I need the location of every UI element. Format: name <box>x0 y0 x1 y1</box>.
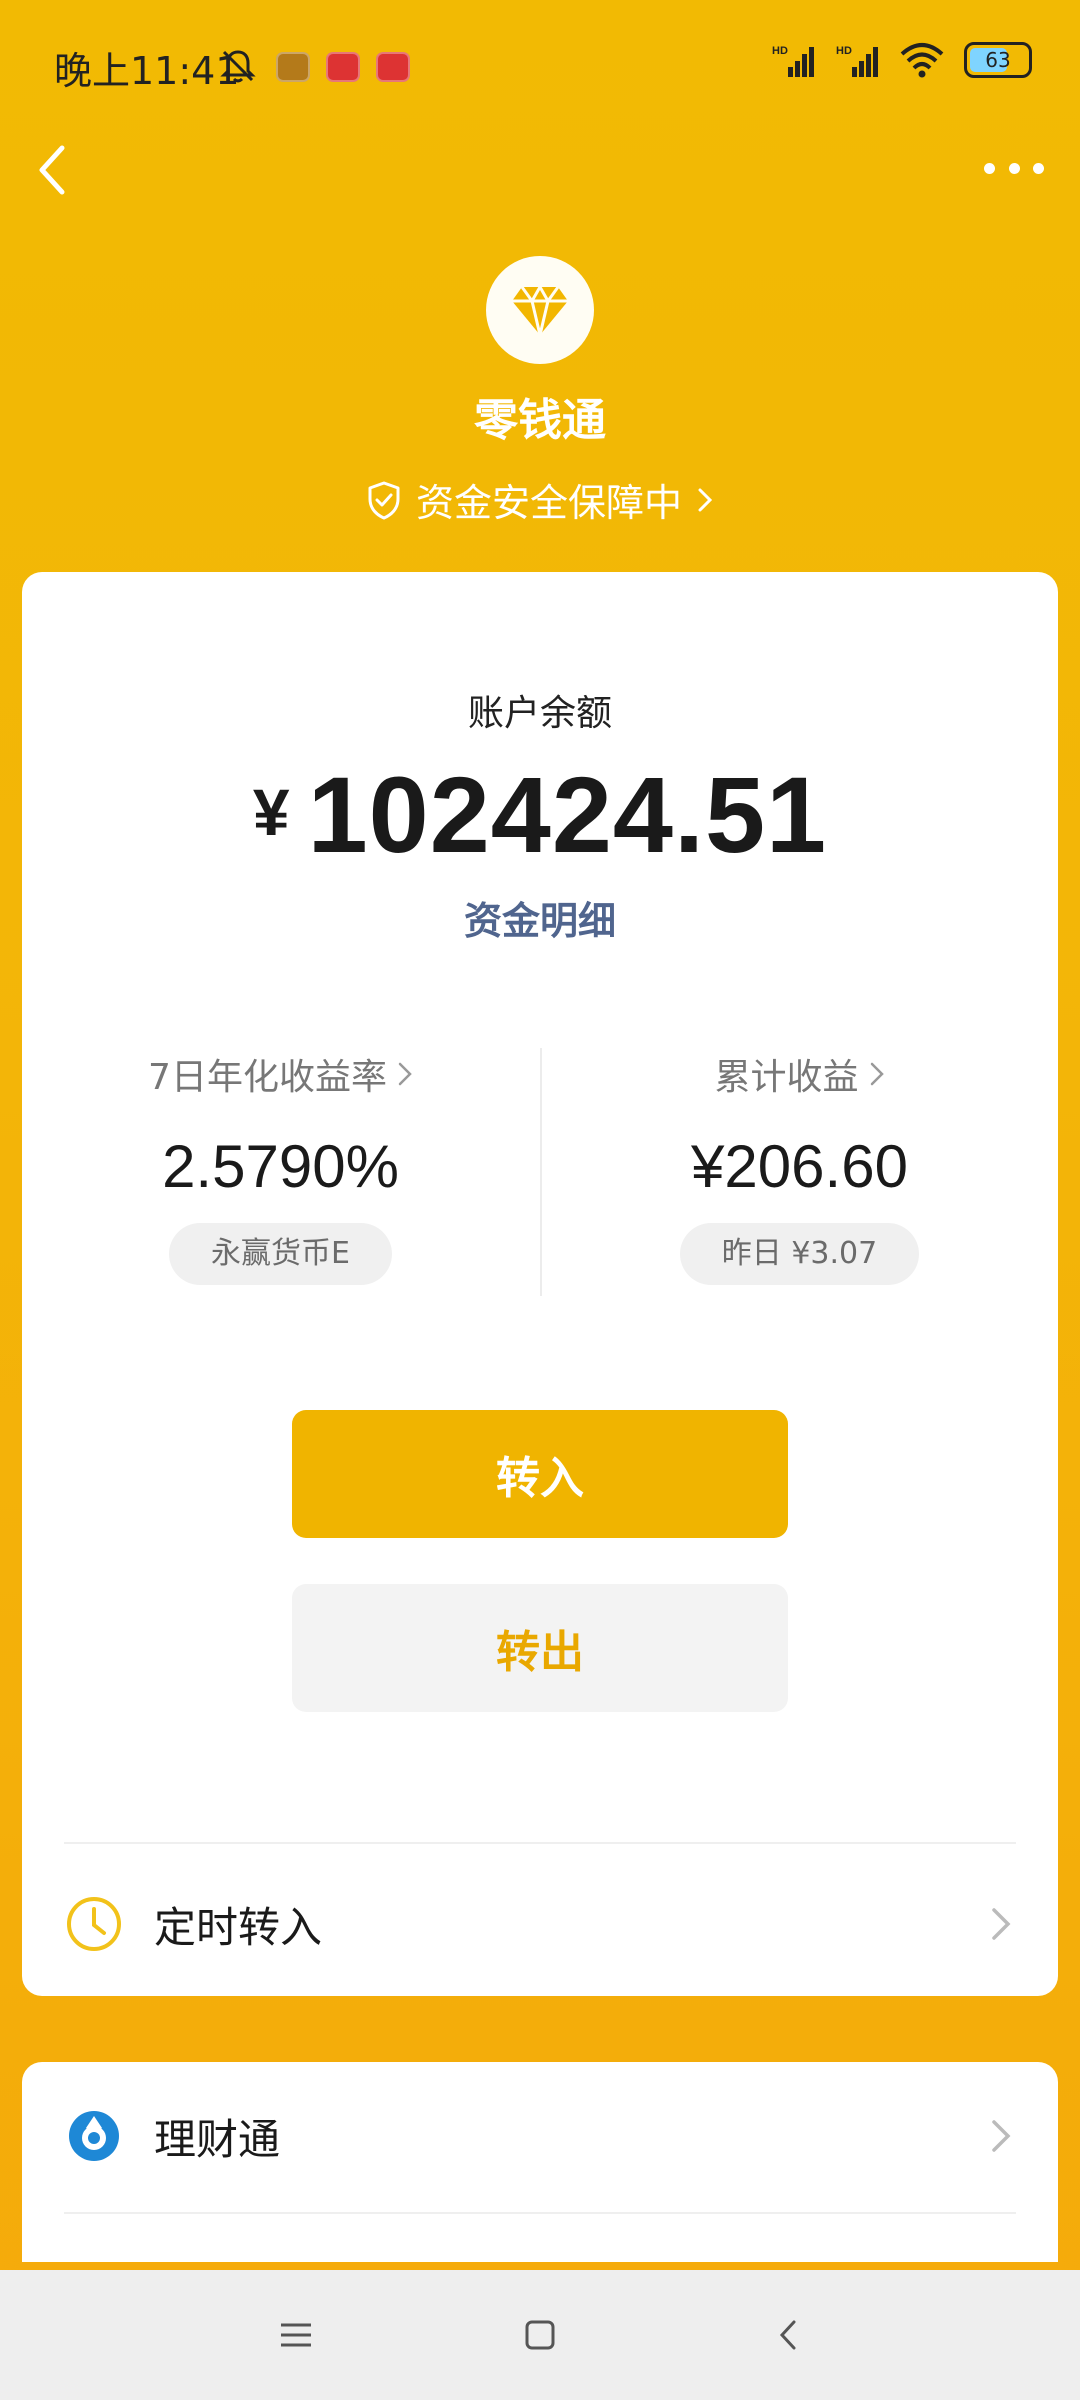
balance-value: 102424.51 <box>307 754 828 875</box>
scheduled-transfer-row[interactable]: 定时转入 <box>64 1864 1016 1984</box>
earnings-label: 累计收益 <box>714 1057 859 1098</box>
earnings-value: ¥206.60 <box>691 1133 908 1200</box>
transfer-in-button[interactable]: 转入 <box>292 1410 788 1538</box>
signal-hd-icon: HD <box>772 45 814 77</box>
shield-icon <box>368 481 400 519</box>
notification-icon <box>276 52 310 82</box>
fund-name-badge: 永赢货币E <box>169 1223 392 1285</box>
clock-icon <box>64 1894 124 1954</box>
chevron-right-icon <box>398 1062 412 1086</box>
chevron-right-icon <box>698 488 713 511</box>
wealth-logo-icon <box>64 2106 124 2166</box>
yield-label-wrap: 7日年化收益率 <box>148 1048 413 1100</box>
status-time: 晚上11:41 <box>54 49 240 93</box>
page-title: 零钱通 <box>474 395 606 446</box>
safety-link[interactable]: 资金安全保障中 <box>0 472 1080 527</box>
currency-symbol: ¥ <box>252 775 290 849</box>
menu-icon[interactable] <box>266 2310 326 2360</box>
battery-level: 63 <box>985 48 1011 72</box>
more-icon[interactable] <box>984 150 1044 186</box>
earnings-stat[interactable]: 累计收益 ¥206.60 昨日 ¥3.07 <box>541 1048 1058 1285</box>
safety-text: 资金安全保障中 <box>415 481 682 525</box>
svg-text:HD: HD <box>836 45 852 57</box>
earnings-label-wrap: 累计收益 <box>714 1048 884 1100</box>
yield-stat[interactable]: 7日年化收益率 2.5790% 永赢货币E <box>22 1048 539 1285</box>
diamond-icon <box>512 285 568 337</box>
status-indicators: HD HD 63 <box>772 42 1032 78</box>
notification-icon <box>376 52 410 82</box>
back-nav-icon[interactable] <box>758 2310 818 2360</box>
wealth-card: 理财通 <box>22 2062 1058 2262</box>
wealth-label: 理财通 <box>154 2114 281 2164</box>
scheduled-transfer-label: 定时转入 <box>154 1902 323 1952</box>
battery-icon: 63 <box>964 42 1032 78</box>
chevron-right-icon <box>992 1908 1011 1940</box>
system-nav-bar <box>0 2270 1080 2400</box>
diamond-logo <box>486 256 594 364</box>
balance-amount: ¥ 102424.51 <box>22 752 1058 877</box>
wealth-row[interactable]: 理财通 <box>64 2076 1016 2196</box>
chevron-right-icon <box>992 2120 1011 2152</box>
signal-hd-icon: HD <box>836 45 878 77</box>
balance-label: 账户余额 <box>467 693 612 734</box>
details-link[interactable]: 资金明细 <box>22 890 1058 945</box>
home-icon[interactable] <box>510 2310 570 2360</box>
notification-icons <box>276 52 410 82</box>
svg-text:HD: HD <box>772 45 788 57</box>
status-bar: 晚上11:41 HD HD 63 <box>0 0 1080 130</box>
yield-label: 7日年化收益率 <box>148 1057 387 1098</box>
mute-icon <box>220 50 256 83</box>
row-divider <box>64 1842 1016 1844</box>
balance-card: 账户余额 ¥ 102424.51 资金明细 7日年化收益率 2.5790% 永赢… <box>22 572 1058 1996</box>
yield-value: 2.5790% <box>162 1133 399 1200</box>
row-divider <box>64 2212 1016 2214</box>
transfer-out-button[interactable]: 转出 <box>292 1584 788 1712</box>
chevron-right-icon <box>870 1062 884 1086</box>
wifi-icon <box>900 43 944 78</box>
back-icon[interactable] <box>30 140 80 200</box>
notification-icon <box>326 52 360 82</box>
yesterday-earnings-badge: 昨日 ¥3.07 <box>679 1223 920 1285</box>
